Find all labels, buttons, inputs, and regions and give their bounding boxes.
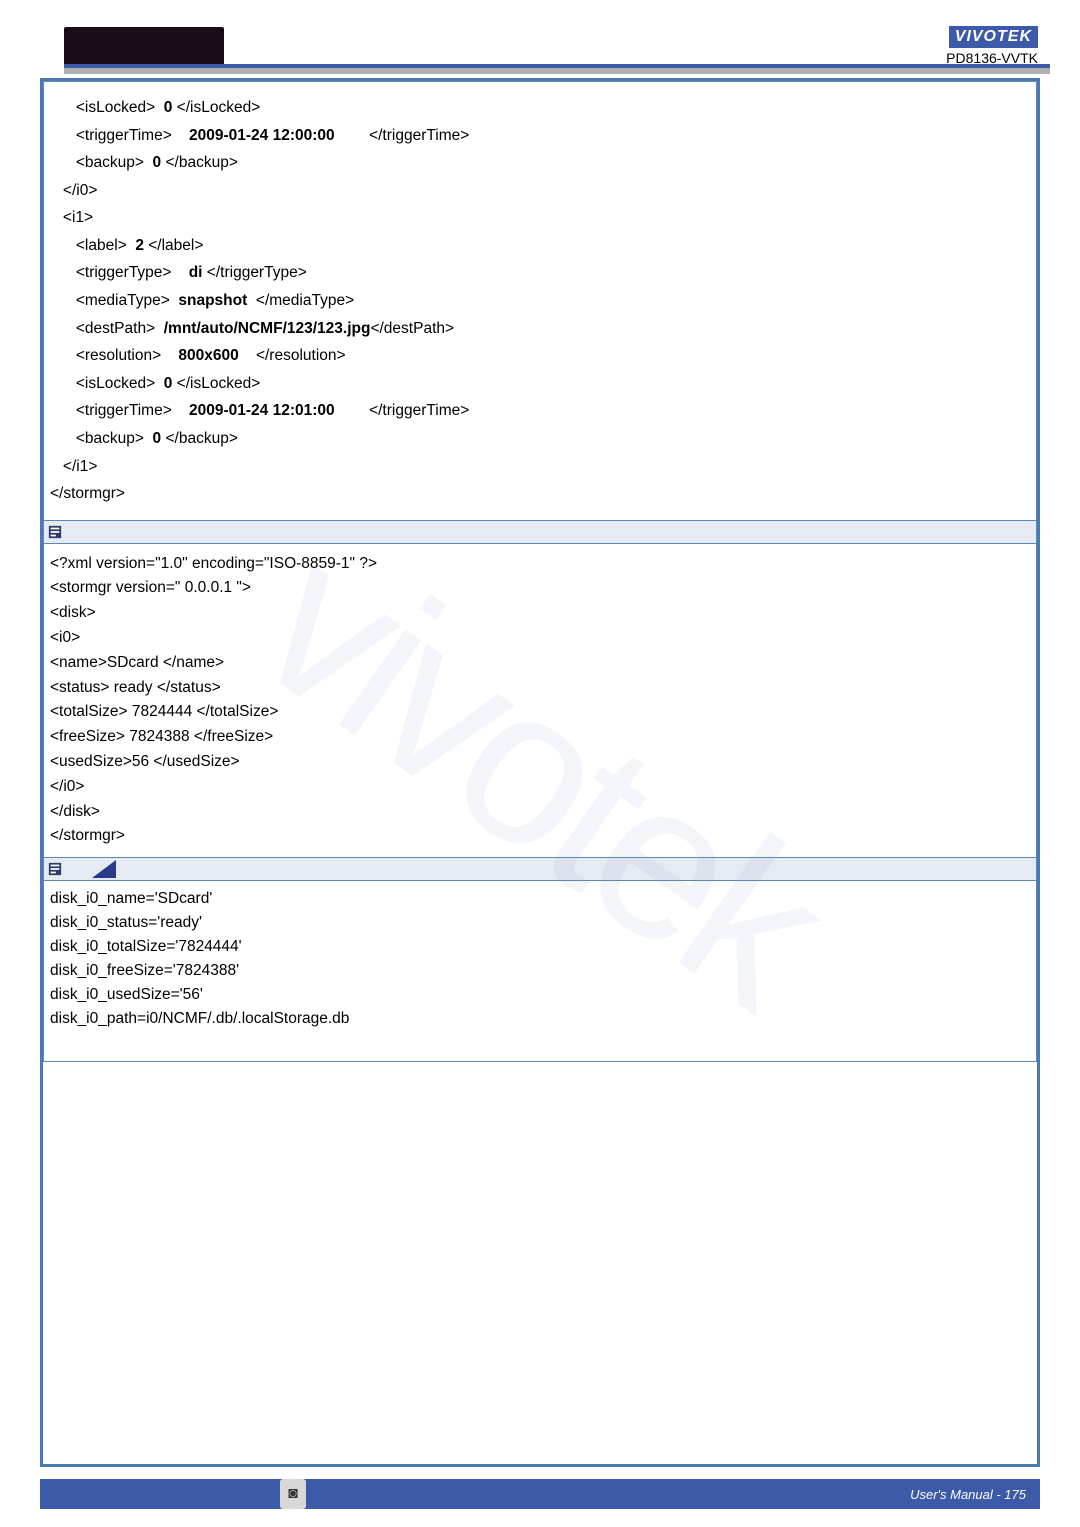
xml-block-2: <?xml version="1.0" encoding="ISO-8859-1…	[43, 543, 1037, 859]
header-dark-tab	[64, 27, 224, 65]
code-line: <triggerTime> 2009-01-24 12:01:00 </trig…	[50, 397, 1030, 425]
code-line: <mediaType> snapshot </mediaType>	[50, 287, 1030, 315]
code-line: </i1>	[50, 453, 1030, 481]
code-line: <freeSize> 7824388 </freeSize>	[50, 725, 1030, 750]
triangle-icon	[92, 860, 116, 878]
code-line: disk_i0_path=i0/NCMF/.db/.localStorage.d…	[50, 1007, 1030, 1031]
code-line: <i1>	[50, 204, 1030, 232]
section-divider	[43, 858, 1037, 880]
code-line: <destPath> /mnt/auto/NCMF/123/123.jpg</d…	[50, 315, 1030, 343]
paragraph-icon	[48, 525, 62, 539]
code-line: <stormgr version=" 0.0.0.1 ">	[50, 576, 1030, 601]
page-frame: vivotek <isLocked> 0 </isLocked> <trigge…	[40, 78, 1040, 1467]
code-line: </stormgr>	[50, 480, 1030, 508]
section-divider	[43, 521, 1037, 543]
page-pill: ◙	[280, 1479, 306, 1509]
code-line: <name>SDcard </name>	[50, 651, 1030, 676]
paragraph-icon	[48, 862, 62, 876]
code-line: <isLocked> 0 </isLocked>	[50, 94, 1030, 122]
code-line: <usedSize>56 </usedSize>	[50, 750, 1030, 775]
code-line: disk_i0_totalSize='7824444'	[50, 935, 1030, 959]
code-line: disk_i0_name='SDcard'	[50, 887, 1030, 911]
code-line: disk_i0_freeSize='7824388'	[50, 959, 1030, 983]
code-line: <resolution> 800x600 </resolution>	[50, 342, 1030, 370]
code-line: <triggerTime> 2009-01-24 12:00:00 </trig…	[50, 122, 1030, 150]
code-line: <i0>	[50, 626, 1030, 651]
code-line: </disk>	[50, 800, 1030, 825]
code-line: <?xml version="1.0" encoding="ISO-8859-1…	[50, 552, 1030, 577]
xml-block-1: <isLocked> 0 </isLocked> <triggerTime> 2…	[43, 81, 1037, 521]
code-line: disk_i0_usedSize='56'	[50, 983, 1030, 1007]
page-footer: ◙ User's Manual - 175	[40, 1479, 1040, 1509]
page-header: VIVOTEK PD8136-VVTK	[0, 30, 1080, 72]
code-line: <backup> 0 </backup>	[50, 425, 1030, 453]
page-glyph: ◙	[288, 1485, 298, 1503]
text-block-3: disk_i0_name='SDcard' disk_i0_status='re…	[43, 880, 1037, 1062]
code-line: <status> ready </status>	[50, 676, 1030, 701]
code-line: <backup> 0 </backup>	[50, 149, 1030, 177]
code-line: <isLocked> 0 </isLocked>	[50, 370, 1030, 398]
footer-text: User's Manual - 175	[910, 1487, 1026, 1502]
code-line: </i0>	[50, 177, 1030, 205]
code-line: <triggerType> di </triggerType>	[50, 259, 1030, 287]
code-line: </i0>	[50, 775, 1030, 800]
code-line: disk_i0_status='ready'	[50, 911, 1030, 935]
brand-label: VIVOTEK	[949, 26, 1038, 48]
code-line: <label> 2 </label>	[50, 232, 1030, 260]
code-line: </stormgr>	[50, 824, 1030, 849]
code-line: <disk>	[50, 601, 1030, 626]
header-grey-rule	[64, 68, 1050, 74]
code-line: <totalSize> 7824444 </totalSize>	[50, 700, 1030, 725]
